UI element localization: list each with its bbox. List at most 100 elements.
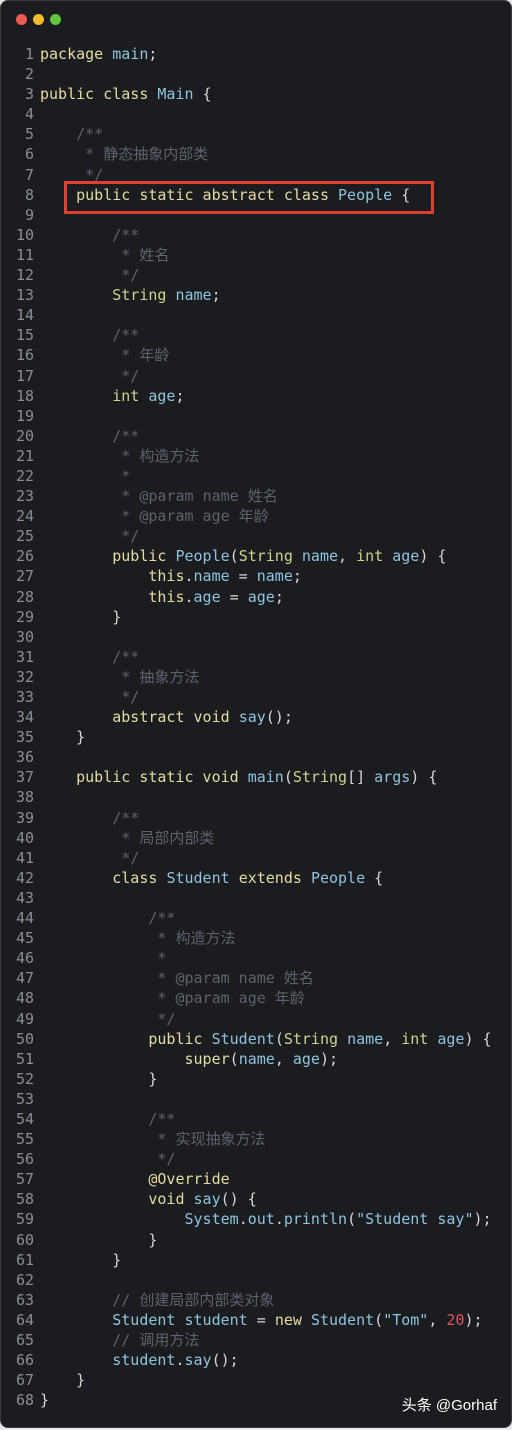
- code-line: 63 // 创建局部内部类对象: [1, 1290, 492, 1310]
- line-number: 32: [15, 667, 34, 686]
- line-number: 59: [15, 1210, 34, 1229]
- code-token: abstract void: [112, 708, 230, 727]
- line-number: 46: [15, 949, 34, 968]
- code-token: );: [464, 1310, 483, 1329]
- minimize-button[interactable]: [33, 14, 44, 25]
- code-token: String: [292, 768, 348, 787]
- line-number: 68: [15, 1391, 34, 1410]
- code-token: }: [40, 607, 122, 626]
- code-token: * 抽象方法: [40, 667, 200, 686]
- code-token: */: [40, 1150, 176, 1169]
- code-token: (: [374, 1310, 384, 1329]
- code-line: 25 */: [1, 526, 492, 546]
- code-line: 47 * @param name 姓名: [1, 968, 492, 988]
- code-token: );: [473, 1210, 492, 1229]
- code-token: public: [148, 1029, 203, 1048]
- code-line: 52 }: [1, 1069, 492, 1089]
- line-number: 1: [24, 45, 34, 63]
- code-line: 4: [1, 104, 492, 124]
- code-token: age: [148, 386, 176, 405]
- line-number: 6: [24, 145, 34, 164]
- line-number: 52: [15, 1069, 34, 1088]
- line-number: 38: [15, 788, 34, 807]
- code-line: 43: [1, 888, 492, 908]
- code-token: age: [292, 1049, 320, 1068]
- code-token: }: [40, 1230, 158, 1249]
- code-token: Student: [211, 1029, 275, 1048]
- code-line: 29 }: [1, 607, 492, 627]
- code-line: 20 /**: [1, 426, 492, 446]
- code-token: say: [193, 1190, 221, 1209]
- maximize-button[interactable]: [50, 14, 61, 25]
- code-token: }: [40, 1069, 158, 1088]
- line-number: 12: [15, 266, 34, 285]
- line-number: 55: [15, 1130, 34, 1149]
- code-line: 60 }: [1, 1230, 492, 1250]
- code-token: out: [247, 1210, 275, 1229]
- code-token: =: [229, 567, 257, 586]
- code-token: say: [238, 708, 266, 727]
- close-button[interactable]: [16, 14, 27, 25]
- code-token: () {: [220, 1190, 257, 1209]
- code-line: 16 * 年龄: [1, 345, 492, 365]
- line-number: 67: [15, 1371, 34, 1390]
- line-number: 25: [15, 527, 34, 546]
- line-number: 49: [15, 1009, 34, 1028]
- line-number: 42: [15, 868, 34, 887]
- code-token: name: [175, 286, 212, 305]
- code-line: 41 */: [1, 848, 492, 868]
- line-number: 17: [15, 366, 34, 385]
- code-line: 56 */: [1, 1149, 492, 1169]
- code-token: /**: [40, 647, 140, 666]
- code-token: String: [112, 286, 167, 305]
- code-token: * @param name 姓名: [40, 969, 314, 988]
- code-token: * 年龄: [40, 346, 170, 365]
- code-token: /**: [40, 1109, 176, 1128]
- code-token: student: [112, 1351, 176, 1370]
- line-number: 22: [15, 466, 34, 485]
- code-token: ,: [428, 1310, 447, 1329]
- code-token: (: [347, 1210, 357, 1229]
- line-number: 54: [15, 1109, 34, 1128]
- code-token: void: [148, 1190, 185, 1209]
- line-number: 57: [15, 1170, 34, 1189]
- code-line: 11 * 姓名: [1, 245, 492, 265]
- code-token: .: [238, 1210, 248, 1229]
- code-line: 48 * @param age 年龄: [1, 988, 492, 1008]
- code-token: .: [175, 1351, 185, 1370]
- code-token: args: [374, 768, 411, 787]
- code-token: .: [184, 587, 194, 606]
- line-number: 28: [15, 587, 34, 606]
- line-number: 65: [15, 1331, 34, 1349]
- code-window: 1 package main; 2 3 public class Main {4 5 /*…: [0, 0, 512, 1428]
- code-token: public static void: [76, 768, 239, 787]
- line-number: 53: [15, 1089, 34, 1108]
- code-token: 20: [446, 1310, 465, 1329]
- code-token: []: [347, 768, 375, 787]
- code-line: 62: [1, 1270, 492, 1290]
- line-number: 24: [15, 507, 34, 526]
- code-token: * 构造方法: [40, 929, 236, 948]
- code-line: 54 /**: [1, 1109, 492, 1129]
- code-line: 18 int age;: [1, 386, 492, 406]
- code-token: println: [283, 1210, 348, 1229]
- code-token: age: [247, 587, 275, 606]
- code-line: 23 * @param name 姓名: [1, 486, 492, 506]
- code-token: name: [301, 547, 339, 566]
- code-token: ) {: [419, 547, 447, 566]
- code-token: */: [40, 266, 140, 285]
- code-line: 49 */: [1, 1009, 492, 1029]
